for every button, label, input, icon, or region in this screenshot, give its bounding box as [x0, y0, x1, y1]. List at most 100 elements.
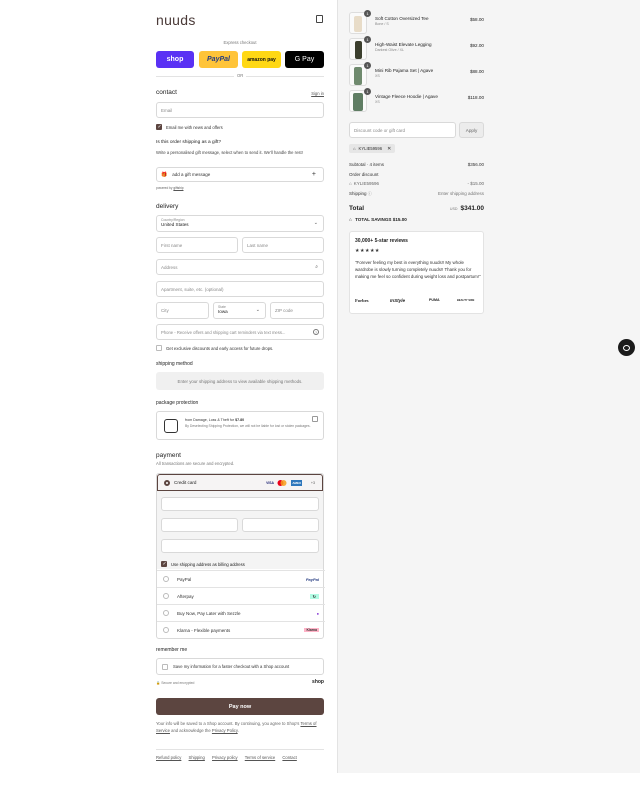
- apply-button[interactable]: Apply: [459, 122, 484, 138]
- cart-icon[interactable]: [316, 15, 323, 23]
- quantity-badge: 1: [364, 88, 371, 95]
- total-amount: USD $341.00: [450, 205, 484, 212]
- legal-text: Your info will be saved to a Shop accoun…: [156, 720, 324, 734]
- credit-card-option[interactable]: Credit card VISA AMEX +3: [157, 474, 323, 491]
- news-checkbox-row[interactable]: Email me with news and offers: [156, 124, 223, 130]
- discount-tag: ⌂ KYLIE59596 ✕: [349, 144, 396, 153]
- express-checkout-label: Express checkout: [223, 40, 257, 45]
- paypal-option[interactable]: PayPal PayPal: [157, 570, 325, 587]
- credit-card-radio[interactable]: [164, 479, 170, 486]
- contact-link[interactable]: Contact: [282, 755, 296, 760]
- klarna-logo-icon: Klarna: [304, 628, 319, 632]
- last-name-field[interactable]: Last name: [242, 237, 324, 253]
- total-value: $341.00: [460, 205, 485, 212]
- state-select[interactable]: State Iowa ⌄: [213, 302, 266, 319]
- shipping-method-placeholder: Enter your shipping address to view avai…: [156, 372, 324, 390]
- phone-field[interactable]: Phone - Receive offers and shipping cart…: [156, 324, 324, 340]
- afterpay-radio[interactable]: [163, 593, 169, 599]
- instyle-logo: InStyle: [390, 298, 406, 303]
- zip-placeholder: ZIP code: [275, 308, 293, 313]
- subtotal-label: Subtotal · 4 items: [349, 162, 385, 167]
- address-placeholder: Address: [161, 264, 178, 270]
- billing-checkbox-row[interactable]: Use shipping address as billing address: [161, 561, 245, 567]
- news-checkbox[interactable]: [156, 124, 162, 130]
- billing-checkbox[interactable]: [161, 561, 167, 567]
- brand-logo[interactable]: nuuds: [156, 12, 196, 28]
- sign-in-link[interactable]: Sign in: [311, 91, 324, 96]
- email-field[interactable]: Email: [156, 102, 324, 118]
- shipping-value: Enter shipping address: [437, 191, 484, 196]
- chevron-down-icon: ⌄: [313, 220, 318, 226]
- save-info-label: Save my information for a faster checkou…: [173, 664, 290, 669]
- help-icon[interactable]: ?: [313, 329, 319, 335]
- item-name: Mini Rib Pajama Set | Agave: [375, 68, 434, 73]
- protection-line1: from Damage, Loss & Theft for $7.80: [185, 418, 244, 422]
- paypal-button[interactable]: PayPal: [199, 51, 238, 68]
- save-info-checkbox[interactable]: [162, 663, 168, 670]
- apartment-placeholder: Apartment, suite, etc. (optional): [161, 286, 224, 292]
- afterpay-option[interactable]: Afterpay ↻: [157, 587, 325, 604]
- terms-of-service-link[interactable]: Terms of service: [245, 755, 275, 760]
- item-variant: Darkest Olive / XL: [375, 48, 404, 52]
- review-quote: "Forever feeling my best in everything n…: [355, 260, 481, 279]
- chat-button[interactable]: [618, 339, 635, 356]
- klarna-option[interactable]: Klarna - Flexible payments Klarna: [157, 621, 325, 638]
- exclusive-checkbox-row[interactable]: Get exclusive discounts and early access…: [156, 345, 273, 351]
- search-icon: ⌕: [315, 264, 318, 270]
- forbes-logo: Forbes: [355, 298, 369, 303]
- privacy-link[interactable]: Privacy Policy: [212, 728, 238, 733]
- item-price: $92.00: [469, 43, 484, 48]
- amazon-pay-button[interactable]: amazon pay: [242, 51, 281, 68]
- shipping-link[interactable]: Shipping: [189, 755, 205, 760]
- protection-line2: By Deselecting Shipping Protection, we w…: [185, 424, 311, 428]
- shop-logo: shop: [312, 679, 324, 685]
- refund-policy-link[interactable]: Refund policy: [156, 755, 181, 760]
- paypal-logo-icon: PayPal: [305, 576, 319, 582]
- zip-field[interactable]: ZIP code: [270, 302, 324, 319]
- add-gift-message-button[interactable]: 🎁 add a gift message +: [156, 167, 324, 182]
- card-number-field[interactable]: [161, 497, 319, 511]
- shield-icon: [164, 419, 178, 433]
- sezzle-radio[interactable]: [163, 610, 169, 616]
- help-icon[interactable]: ⓘ: [368, 191, 372, 196]
- klarna-radio[interactable]: [163, 627, 169, 633]
- google-pay-button[interactable]: G Pay: [285, 51, 324, 68]
- country-select[interactable]: Country/Region United States ⌄: [156, 215, 324, 232]
- afterpay-logo-icon: ↻: [309, 593, 319, 599]
- first-name-field[interactable]: First name: [156, 237, 238, 253]
- close-icon[interactable]: ✕: [387, 146, 391, 152]
- discount-tag-code: KYLIE59596: [358, 146, 383, 151]
- card-expiry-field[interactable]: [161, 518, 238, 532]
- total-row: Total USD $341.00: [349, 205, 484, 212]
- paypal-radio[interactable]: [163, 576, 169, 582]
- city-field[interactable]: City: [156, 302, 209, 319]
- tag-icon: ⌂: [349, 217, 352, 222]
- privacy-policy-link[interactable]: Privacy policy: [212, 755, 238, 760]
- card-name-field[interactable]: [161, 539, 319, 553]
- package-protection-box[interactable]: from Damage, Loss & Theft for $7.80 By D…: [156, 411, 324, 440]
- quantity-badge: 1: [364, 36, 371, 43]
- powered-by: powered by giftship: [156, 186, 183, 190]
- cart-item: 1 Vintage Fleece Hoodie | Agave XS $118.…: [349, 88, 484, 112]
- giftship-link[interactable]: giftship: [173, 186, 183, 190]
- discount-input[interactable]: Discount code or gift card: [349, 122, 456, 138]
- protection-text: from Damage, Loss & Theft for: [185, 418, 236, 422]
- sezzle-option[interactable]: Buy Now, Pay Later with Sezzle ●: [157, 604, 325, 621]
- amex-icon: AMEX: [291, 479, 302, 486]
- item-price: $118.00: [467, 95, 484, 100]
- gift-question: Is this order shipping as a gift?: [156, 140, 222, 145]
- shop-pay-button[interactable]: shop: [156, 51, 194, 68]
- lock-icon: 🔒: [156, 681, 161, 685]
- reviews-title: 30,000+ 5-star reviews: [355, 238, 408, 244]
- plus-icon: +: [311, 171, 316, 178]
- pay-now-button[interactable]: Pay now: [156, 698, 324, 715]
- exclusive-checkbox[interactable]: [156, 345, 162, 351]
- beauty-side-logo: BEAUTY SIDE: [457, 299, 475, 302]
- country-value: United States: [161, 222, 189, 227]
- save-info-option[interactable]: Save my information for a faster checkou…: [156, 658, 324, 675]
- payment-heading: payment: [156, 452, 181, 459]
- apartment-field[interactable]: Apartment, suite, etc. (optional): [156, 281, 324, 297]
- card-cvv-field[interactable]: [242, 518, 319, 532]
- protection-toggle[interactable]: [312, 416, 318, 422]
- address-field[interactable]: Address ⌕: [156, 259, 324, 275]
